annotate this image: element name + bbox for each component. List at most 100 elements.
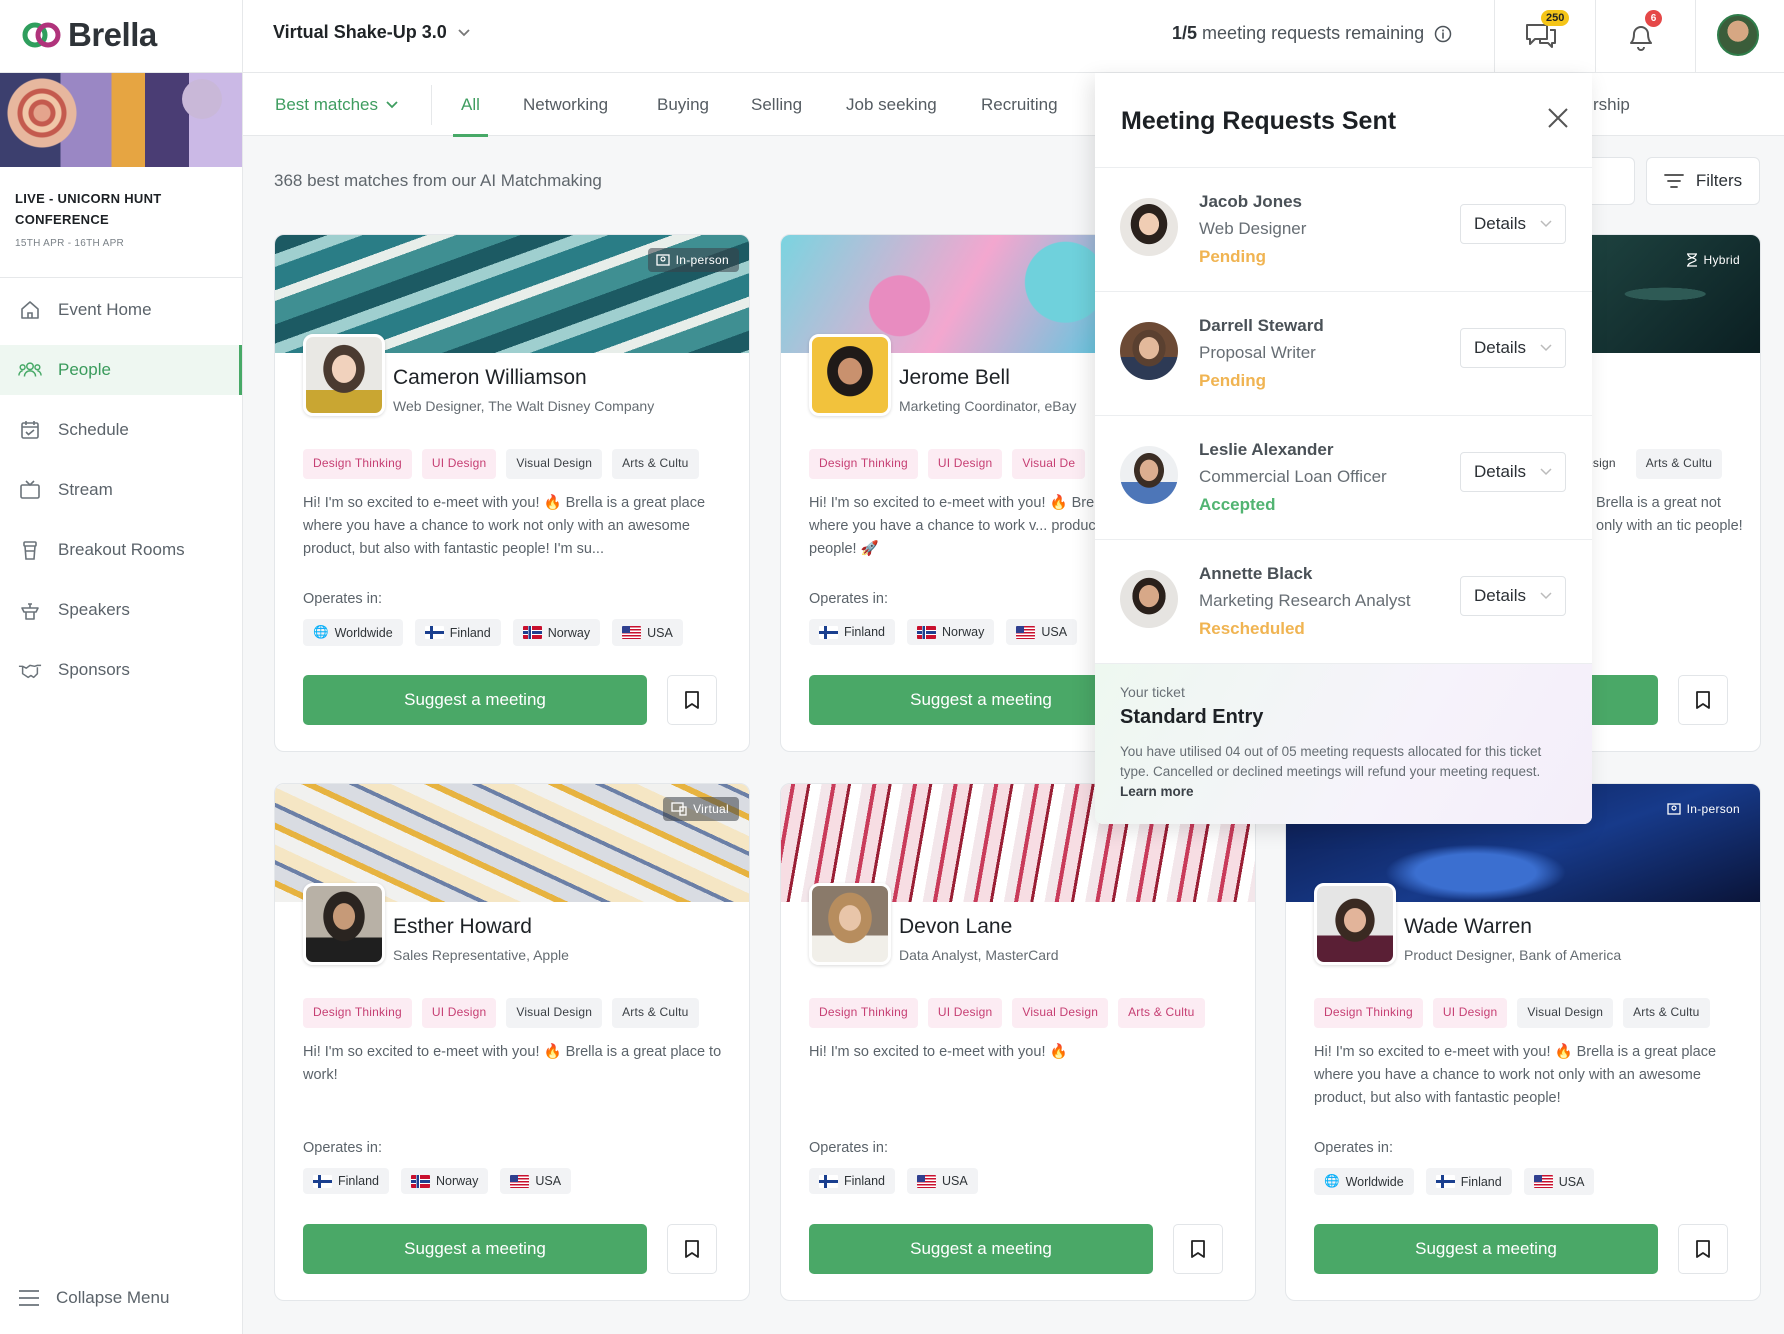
- filters-label: Filters: [1695, 171, 1743, 190]
- learn-more-link[interactable]: Learn more: [1120, 784, 1194, 799]
- person-card: In-person Wade Warren Product Designer, …: [1285, 783, 1761, 1301]
- interest-tag: Design Thinking: [809, 449, 918, 479]
- interest-tag: Visual Design: [506, 449, 603, 479]
- notifications-button[interactable]: 6: [1619, 10, 1663, 58]
- region-list: Finland Norway USA: [303, 1168, 572, 1194]
- meeting-request-item: Jacob Jones Web Designer Pending Details: [1095, 167, 1592, 291]
- sidebar-item-people[interactable]: People: [0, 345, 242, 395]
- meeting-mode-badge: In-person: [647, 248, 739, 272]
- ticket-description-text: You have utilised 04 out of 05 meeting r…: [1120, 744, 1542, 779]
- region-chip: Norway: [512, 619, 601, 646]
- region-chip: Finland: [809, 1168, 895, 1194]
- finland-flag-icon: [1435, 1175, 1455, 1188]
- tab-recruiting[interactable]: Recruiting: [981, 95, 1058, 115]
- avatar[interactable]: [1314, 883, 1396, 965]
- sidebar-item-label: People: [58, 360, 111, 379]
- sidebar-item-sponsors[interactable]: Sponsors: [0, 645, 242, 695]
- collapse-menu-button[interactable]: Collapse Menu: [18, 1288, 169, 1308]
- avatar[interactable]: [303, 883, 385, 965]
- conference-title: LIVE - UNICORN HUNT CONFERENCE: [15, 188, 162, 230]
- operates-label: Operates in:: [303, 1140, 382, 1156]
- status-badge: Accepted: [1199, 495, 1276, 514]
- user-avatar[interactable]: [1717, 14, 1759, 56]
- info-icon[interactable]: [1434, 25, 1452, 43]
- suggest-meeting-button[interactable]: Suggest a meeting: [1314, 1224, 1658, 1274]
- tab-all[interactable]: All: [453, 95, 488, 137]
- region-chip: Finland: [809, 619, 895, 645]
- divider: [1595, 0, 1596, 73]
- details-dropdown[interactable]: Details: [1460, 452, 1566, 492]
- suggest-meeting-button[interactable]: Suggest a meeting: [809, 1224, 1153, 1274]
- sidebar-item-schedule[interactable]: Schedule: [0, 405, 242, 455]
- close-icon[interactable]: [1545, 105, 1571, 131]
- avatar[interactable]: [809, 334, 891, 416]
- details-dropdown[interactable]: Details: [1460, 576, 1566, 616]
- chevron-down-icon: [386, 101, 398, 109]
- status-badge: Pending: [1199, 247, 1267, 266]
- tab-buying[interactable]: Buying: [657, 95, 709, 115]
- sidebar-item-breakout-rooms[interactable]: Breakout Rooms: [0, 525, 242, 575]
- region-label: Worldwide: [1345, 1174, 1404, 1189]
- details-dropdown[interactable]: Details: [1460, 328, 1566, 368]
- sidebar-item-label: Speakers: [58, 600, 130, 619]
- bookmark-button[interactable]: [667, 675, 717, 725]
- bookmark-button[interactable]: [1678, 1224, 1728, 1274]
- region-chip: Finland: [414, 619, 501, 646]
- details-dropdown[interactable]: Details: [1460, 204, 1566, 244]
- interest-tag: Visual Design: [1517, 998, 1614, 1028]
- virtual-icon: [671, 802, 687, 816]
- region-label: USA: [1558, 1174, 1585, 1189]
- person-title: Web Designer, The Walt Disney Company: [393, 398, 655, 414]
- conference-title-line: LIVE - UNICORN HUNT: [15, 191, 162, 206]
- interest-tag: Design Thinking: [303, 449, 412, 479]
- sidebar-item-speakers[interactable]: Speakers: [0, 585, 242, 635]
- ticket-info: Your ticket Standard Entry You have util…: [1095, 663, 1592, 824]
- bookmark-icon: [1696, 1240, 1710, 1258]
- search-input[interactable]: [1590, 157, 1635, 205]
- brella-logo[interactable]: Brella: [22, 16, 157, 54]
- avatar[interactable]: [809, 883, 891, 965]
- sidebar-nav: Event Home People Schedule Stream Breako…: [0, 285, 242, 705]
- ticket-description: You have utilised 04 out of 05 meeting r…: [1120, 742, 1560, 802]
- meeting-mode-badge: Hybrid: [1678, 248, 1750, 272]
- chat-button[interactable]: 250: [1519, 10, 1570, 58]
- tab-selling[interactable]: Selling: [751, 95, 802, 115]
- status-badge: Pending: [1199, 371, 1267, 390]
- sort-dropdown[interactable]: Best matches: [275, 95, 398, 115]
- norway-flag-icon: [917, 625, 936, 639]
- person-name[interactable]: Esther Howard: [393, 915, 532, 939]
- remaining-count: 1/5: [1172, 23, 1198, 43]
- tv-icon: [18, 478, 42, 502]
- interest-tag: Arts & Cultu: [612, 998, 699, 1028]
- person-name[interactable]: Jerome Bell: [899, 366, 1010, 390]
- tab-networking[interactable]: Networking: [523, 95, 608, 115]
- person-title: Marketing Coordinator, eBay: [899, 398, 1077, 414]
- operates-label: Operates in:: [809, 1140, 888, 1156]
- region-chip: Finland: [1425, 1168, 1512, 1195]
- conference-title-line: CONFERENCE: [15, 212, 110, 227]
- bookmark-button[interactable]: [1678, 675, 1728, 725]
- sidebar-item-stream[interactable]: Stream: [0, 465, 242, 515]
- event-switcher[interactable]: Virtual Shake-Up 3.0: [273, 22, 471, 43]
- person-name[interactable]: Cameron Williamson: [393, 366, 587, 390]
- person-name[interactable]: Wade Warren: [1404, 915, 1532, 939]
- tab-job-seeking[interactable]: Job seeking: [846, 95, 937, 115]
- sidebar-item-label: Event Home: [58, 300, 152, 319]
- tab-partnership[interactable]: rship: [1593, 95, 1630, 115]
- person-name[interactable]: Devon Lane: [899, 915, 1012, 939]
- filters-button[interactable]: Filters: [1646, 157, 1760, 205]
- sidebar-item-label: Stream: [58, 480, 113, 499]
- people-icon: [18, 358, 42, 382]
- request-name: Jacob Jones: [1199, 192, 1302, 211]
- suggest-meeting-button[interactable]: Suggest a meeting: [303, 1224, 647, 1274]
- avatar[interactable]: [303, 334, 385, 416]
- suggest-meeting-button[interactable]: [1586, 675, 1658, 725]
- meeting-request-item: Leslie Alexander Commercial Loan Officer…: [1095, 415, 1592, 539]
- details-label: Details: [1474, 462, 1526, 481]
- suggest-meeting-button[interactable]: Suggest a meeting: [303, 675, 647, 725]
- sidebar-item-event-home[interactable]: Event Home: [0, 285, 242, 335]
- cup-icon: [18, 538, 42, 562]
- filter-icon: [1663, 174, 1684, 188]
- bookmark-button[interactable]: [667, 1224, 717, 1274]
- bookmark-button[interactable]: [1173, 1224, 1223, 1274]
